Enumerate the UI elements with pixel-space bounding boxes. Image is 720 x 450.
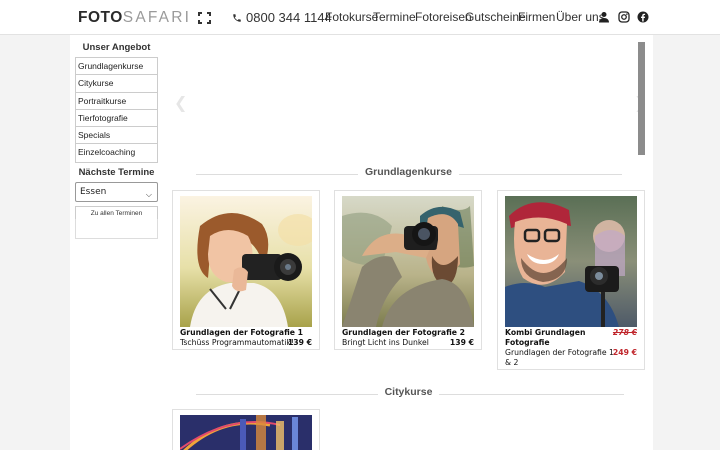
nav-gutscheine[interactable]: Gutscheine <box>465 10 526 24</box>
phone-number: 0800 344 1144 <box>246 10 332 25</box>
sidebar-item-citykurse[interactable]: Citykurse <box>76 75 157 93</box>
user-icon[interactable] <box>598 11 610 23</box>
course-title-line-1: Kombi Grundlagen <box>505 328 586 337</box>
fotosafari-logo[interactable]: FOTO SAFARI <box>78 9 212 26</box>
course-subtitle: Bringt Licht ins Dunkel <box>342 338 429 347</box>
city-select-value: Essen <box>80 187 107 197</box>
course-card-kombi-grundlagen[interactable]: Kombi Grundlagen Fotografie 278 € Grundl… <box>497 190 645 370</box>
phone-icon <box>233 13 241 22</box>
course-subtitle-line-1: Grundlagen der Fotografie 1 <box>505 348 614 357</box>
site-header: FOTO SAFARI 0800 344 1144 Fotokurse Term… <box>0 0 720 35</box>
sidebar-item-grundlagenkurse[interactable]: Grundlagenkurse <box>76 58 157 76</box>
offer-heading: Unser Angebot <box>82 42 151 53</box>
course-subtitle: Tschüss Programmautomatik! <box>180 338 294 347</box>
instagram-icon[interactable] <box>618 11 630 23</box>
sidebar-item-tierfotografie[interactable]: Tierfotografie <box>76 110 157 128</box>
city-select[interactable]: Essen ⌵ <box>75 182 158 202</box>
course-title: Grundlagen der Fotografie 2 <box>342 328 466 337</box>
facebook-icon[interactable] <box>637 11 649 23</box>
sidebar-item-specials[interactable]: Specials <box>76 127 157 145</box>
course-title-line-2: Fotografie <box>505 338 550 347</box>
sidebar-item-einzelcoaching[interactable]: Einzelcoaching <box>76 144 157 161</box>
section-heading-citykurse: Citykurse <box>172 386 645 402</box>
course-price: 139 € <box>449 338 474 347</box>
nav-fotoreisen[interactable]: Fotoreisen <box>415 10 472 24</box>
viewfinder-frame-icon <box>198 12 212 24</box>
slider-scrollbar[interactable] <box>638 42 645 155</box>
course-photo <box>505 196 637 327</box>
course-photo <box>342 196 474 327</box>
all-dates-button[interactable]: Zu allen Terminen <box>75 206 158 220</box>
dates-panel <box>75 219 158 239</box>
hero-slider: ❮ ❯ <box>166 35 647 160</box>
slider-prev-icon[interactable]: ❮ <box>174 93 187 112</box>
nav-firmen[interactable]: Firmen <box>518 10 555 24</box>
section-heading-grundlagenkurse: Grundlagenkurse <box>172 166 645 182</box>
logo-text-bold: FOTO <box>78 9 123 26</box>
offer-list: Grundlagenkurse Citykurse Portraitkurse … <box>75 57 158 163</box>
course-card-grundlagen-2[interactable]: Grundlagen der Fotografie 2 Bringt Licht… <box>334 190 482 350</box>
chevron-down-icon: ⌵ <box>145 190 152 199</box>
course-card-grundlagen-1[interactable]: Grundlagen der Fotografie 1 Tschüss Prog… <box>172 190 320 350</box>
phone-link[interactable]: 0800 344 1144 <box>232 10 332 25</box>
course-photo <box>180 196 312 327</box>
sidebar-item-portraitkurse[interactable]: Portraitkurse <box>76 93 157 110</box>
course-price: 139 € <box>287 338 312 347</box>
course-photo <box>180 415 312 450</box>
section-title: Citykurse <box>377 386 440 398</box>
course-card-citykurs[interactable] <box>172 409 320 450</box>
sidebar: Unser Angebot Grundlagenkurse Citykurse … <box>70 35 166 450</box>
course-title: Grundlagen der Fotografie 1 <box>180 328 304 337</box>
section-title: Grundlagenkurse <box>358 166 459 178</box>
dates-heading: Nächste Termine <box>78 167 155 178</box>
nav-termine[interactable]: Termine <box>373 10 416 24</box>
logo-text-light: SAFARI <box>122 9 192 26</box>
course-subtitle-line-2: & 2 <box>505 358 519 367</box>
course-old-price: 278 € <box>612 328 637 337</box>
nav-fotokurse[interactable]: Fotokurse <box>325 10 378 24</box>
course-sale-price: 249 € <box>612 348 637 357</box>
